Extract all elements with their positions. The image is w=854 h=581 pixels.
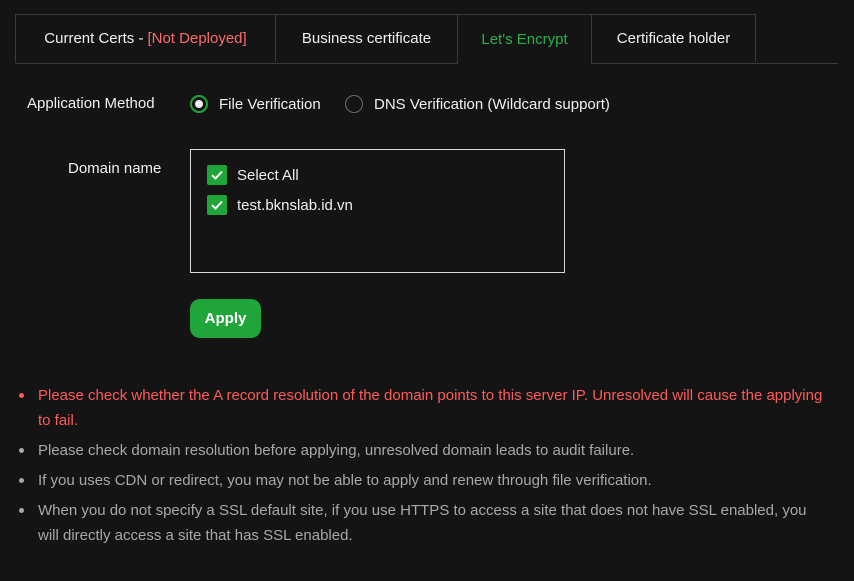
not-deployed-badge: [Not Deployed] — [147, 30, 247, 47]
tab-current-certs-label: Current Certs - — [44, 30, 144, 47]
checkbox-checked-icon — [207, 165, 227, 185]
domain-name-label: Domain name — [68, 160, 162, 177]
radio-dns-verification-label: DNS Verification (Wildcard support) — [374, 95, 610, 113]
tab-certificate-holder[interactable]: Certificate holder — [591, 14, 756, 62]
tip-warning: Please check whether the A record resolu… — [18, 383, 830, 433]
radio-unchecked-icon — [345, 95, 363, 113]
domain-checkbox[interactable]: test.bknslab.id.vn — [207, 195, 353, 215]
select-all-checkbox[interactable]: Select All — [207, 165, 299, 185]
tip-item: When you do not specify a SSL default si… — [18, 498, 830, 548]
radio-checked-icon — [190, 95, 208, 113]
domain-label: test.bknslab.id.vn — [237, 196, 353, 214]
tips-list: Please check whether the A record resolu… — [18, 383, 830, 553]
tip-item: If you uses CDN or redirect, you may not… — [18, 468, 830, 493]
tab-business-certificate[interactable]: Business certificate — [275, 14, 458, 62]
tab-business-certificate-label: Business certificate — [301, 30, 432, 47]
select-all-label: Select All — [237, 166, 299, 184]
radio-file-verification-label: File Verification — [219, 95, 321, 113]
tab-lets-encrypt-label: Let's Encrypt — [481, 31, 568, 48]
tab-certificate-holder-label: Certificate holder — [616, 30, 731, 47]
tab-current-certs[interactable]: Current Certs - [Not Deployed] — [15, 14, 276, 62]
checkbox-checked-icon — [207, 195, 227, 215]
tab-lets-encrypt[interactable]: Let's Encrypt — [457, 14, 592, 64]
radio-dns-verification[interactable]: DNS Verification (Wildcard support) — [345, 95, 610, 113]
tab-bar: Current Certs - [Not Deployed] Business … — [15, 14, 838, 64]
radio-file-verification[interactable]: File Verification — [190, 95, 321, 113]
tip-item: Please check domain resolution before ap… — [18, 438, 830, 463]
application-method-label: Application Method — [27, 95, 155, 112]
apply-button[interactable]: Apply — [190, 299, 261, 338]
domain-list: Select All test.bknslab.id.vn — [190, 149, 565, 273]
